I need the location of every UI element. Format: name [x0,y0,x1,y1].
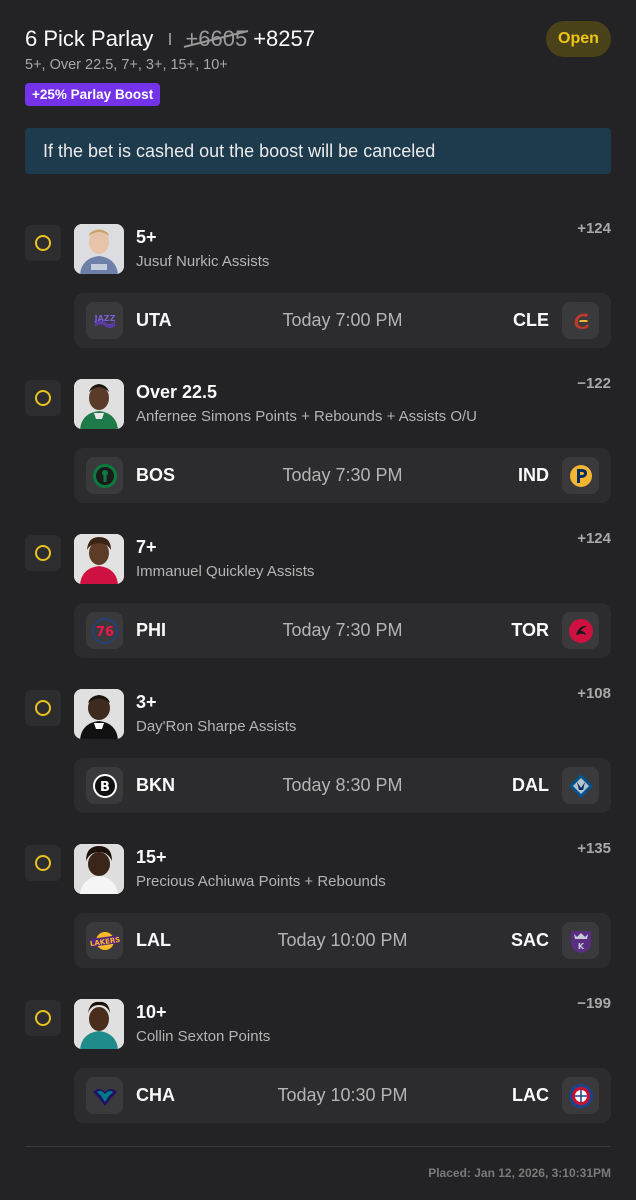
pick-description: Precious Achiuwa Points + Rebounds [136,873,386,890]
home-team: CLE [513,310,549,330]
pick-line: 7+ [136,537,157,557]
clippers-logo-icon [562,1077,599,1114]
home-team: LAC [512,1085,549,1105]
pick-odds: +124 [577,530,611,547]
pending-circle-icon [35,235,51,251]
player-avatar [74,844,124,894]
pending-circle-icon [35,545,51,561]
svg-text:K: K [577,942,584,951]
pick-line: 15+ [136,847,167,867]
pick-status-toggle[interactable] [25,535,61,571]
pick-odds: −122 [577,375,611,392]
cashout-warning-banner: If the bet is cashed out the boost will … [25,128,611,174]
boosted-odds: +8257 [253,26,315,51]
player-avatar [74,534,124,584]
matchup-card[interactable]: 76 PHI Today 7:30 PM TOR [74,603,611,658]
pick-line: 10+ [136,1002,167,1022]
home-team: SAC [510,930,549,950]
pick-line: 5+ [136,227,157,247]
pick-status-toggle[interactable] [25,380,61,416]
pick-description: Day'Ron Sharpe Assists [136,718,297,735]
matchup-card[interactable]: LAKERS LAL Today 10:00 PM SAC K [74,913,611,968]
pick-odds: +135 [577,840,611,857]
placed-timestamp: Placed: Jan 12, 2026, 3:10:31PM [428,1166,611,1180]
pick-line: Over 22.5 [136,382,218,402]
player-avatar [74,999,124,1049]
pick-item: 3+ Day'Ron Sharpe Assists +108 B BKN Tod… [25,685,611,815]
pick-item: Over 22.5 Anfernee Simons Points + Rebou… [25,375,611,505]
matchup-card[interactable]: BOS Today 7:30 PM IND [74,448,611,503]
pick-line: 3+ [136,692,157,712]
title-separator [169,33,172,45]
pick-item: 15+ Precious Achiuwa Points + Rebounds +… [25,840,611,970]
pick-odds: +108 [577,685,611,702]
matchup-card[interactable]: B BKN Today 8:30 PM DAL [74,758,611,813]
pick-item: 7+ Immanuel Quickley Assists +124 76 PHI… [25,530,611,660]
pick-item: 10+ Collin Sexton Points −199 CHA Today … [25,995,611,1125]
pick-status-toggle[interactable] [25,1000,61,1036]
pick-description: Collin Sexton Points [136,1028,271,1045]
player-avatar [74,224,124,274]
pending-circle-icon [35,855,51,871]
raptors-logo-icon [562,612,599,649]
title-row: 6 Pick Parlay +6605 +8257 [25,24,611,54]
pacers-logo-icon [562,457,599,494]
pick-description: Immanuel Quickley Assists [136,563,315,580]
home-team: DAL [512,775,549,795]
home-team: IND [518,465,549,485]
pending-circle-icon [35,390,51,406]
pending-circle-icon [35,700,51,716]
home-team: TOR [511,620,549,640]
bet-title: 6 Pick Parlay [25,26,154,51]
player-avatar [74,689,124,739]
mavericks-logo-icon [562,767,599,804]
bet-header: 6 Pick Parlay +6605 +8257 Open 5+, Over … [25,21,611,106]
bet-summary: 5+, Over 22.5, 7+, 3+, 15+, 10+ [25,57,228,73]
pick-item: 5+ Jusuf Nurkic Assists +124 JAZZ UTA To… [25,220,611,350]
parlay-boost-badge: +25% Parlay Boost [25,83,161,106]
matchup-card[interactable]: JAZZ UTA Today 7:00 PM CLE [74,293,611,348]
matchup-card[interactable]: CHA Today 10:30 PM LAC [74,1068,611,1123]
player-avatar [74,379,124,429]
cavaliers-logo-icon [562,302,599,339]
kings-logo-icon: K [562,922,599,959]
pending-circle-icon [35,1010,51,1026]
footer-divider [25,1146,611,1147]
status-badge: Open [546,21,611,57]
pick-description: Anfernee Simons Points + Rebounds + Assi… [136,408,478,425]
pick-odds: +124 [577,220,611,237]
original-odds: +6605 [184,26,249,52]
pick-status-toggle[interactable] [25,690,61,726]
pick-status-toggle[interactable] [25,225,61,261]
pick-status-toggle[interactable] [25,845,61,881]
pick-description: Jusuf Nurkic Assists [136,253,270,270]
pick-odds: −199 [577,995,611,1012]
